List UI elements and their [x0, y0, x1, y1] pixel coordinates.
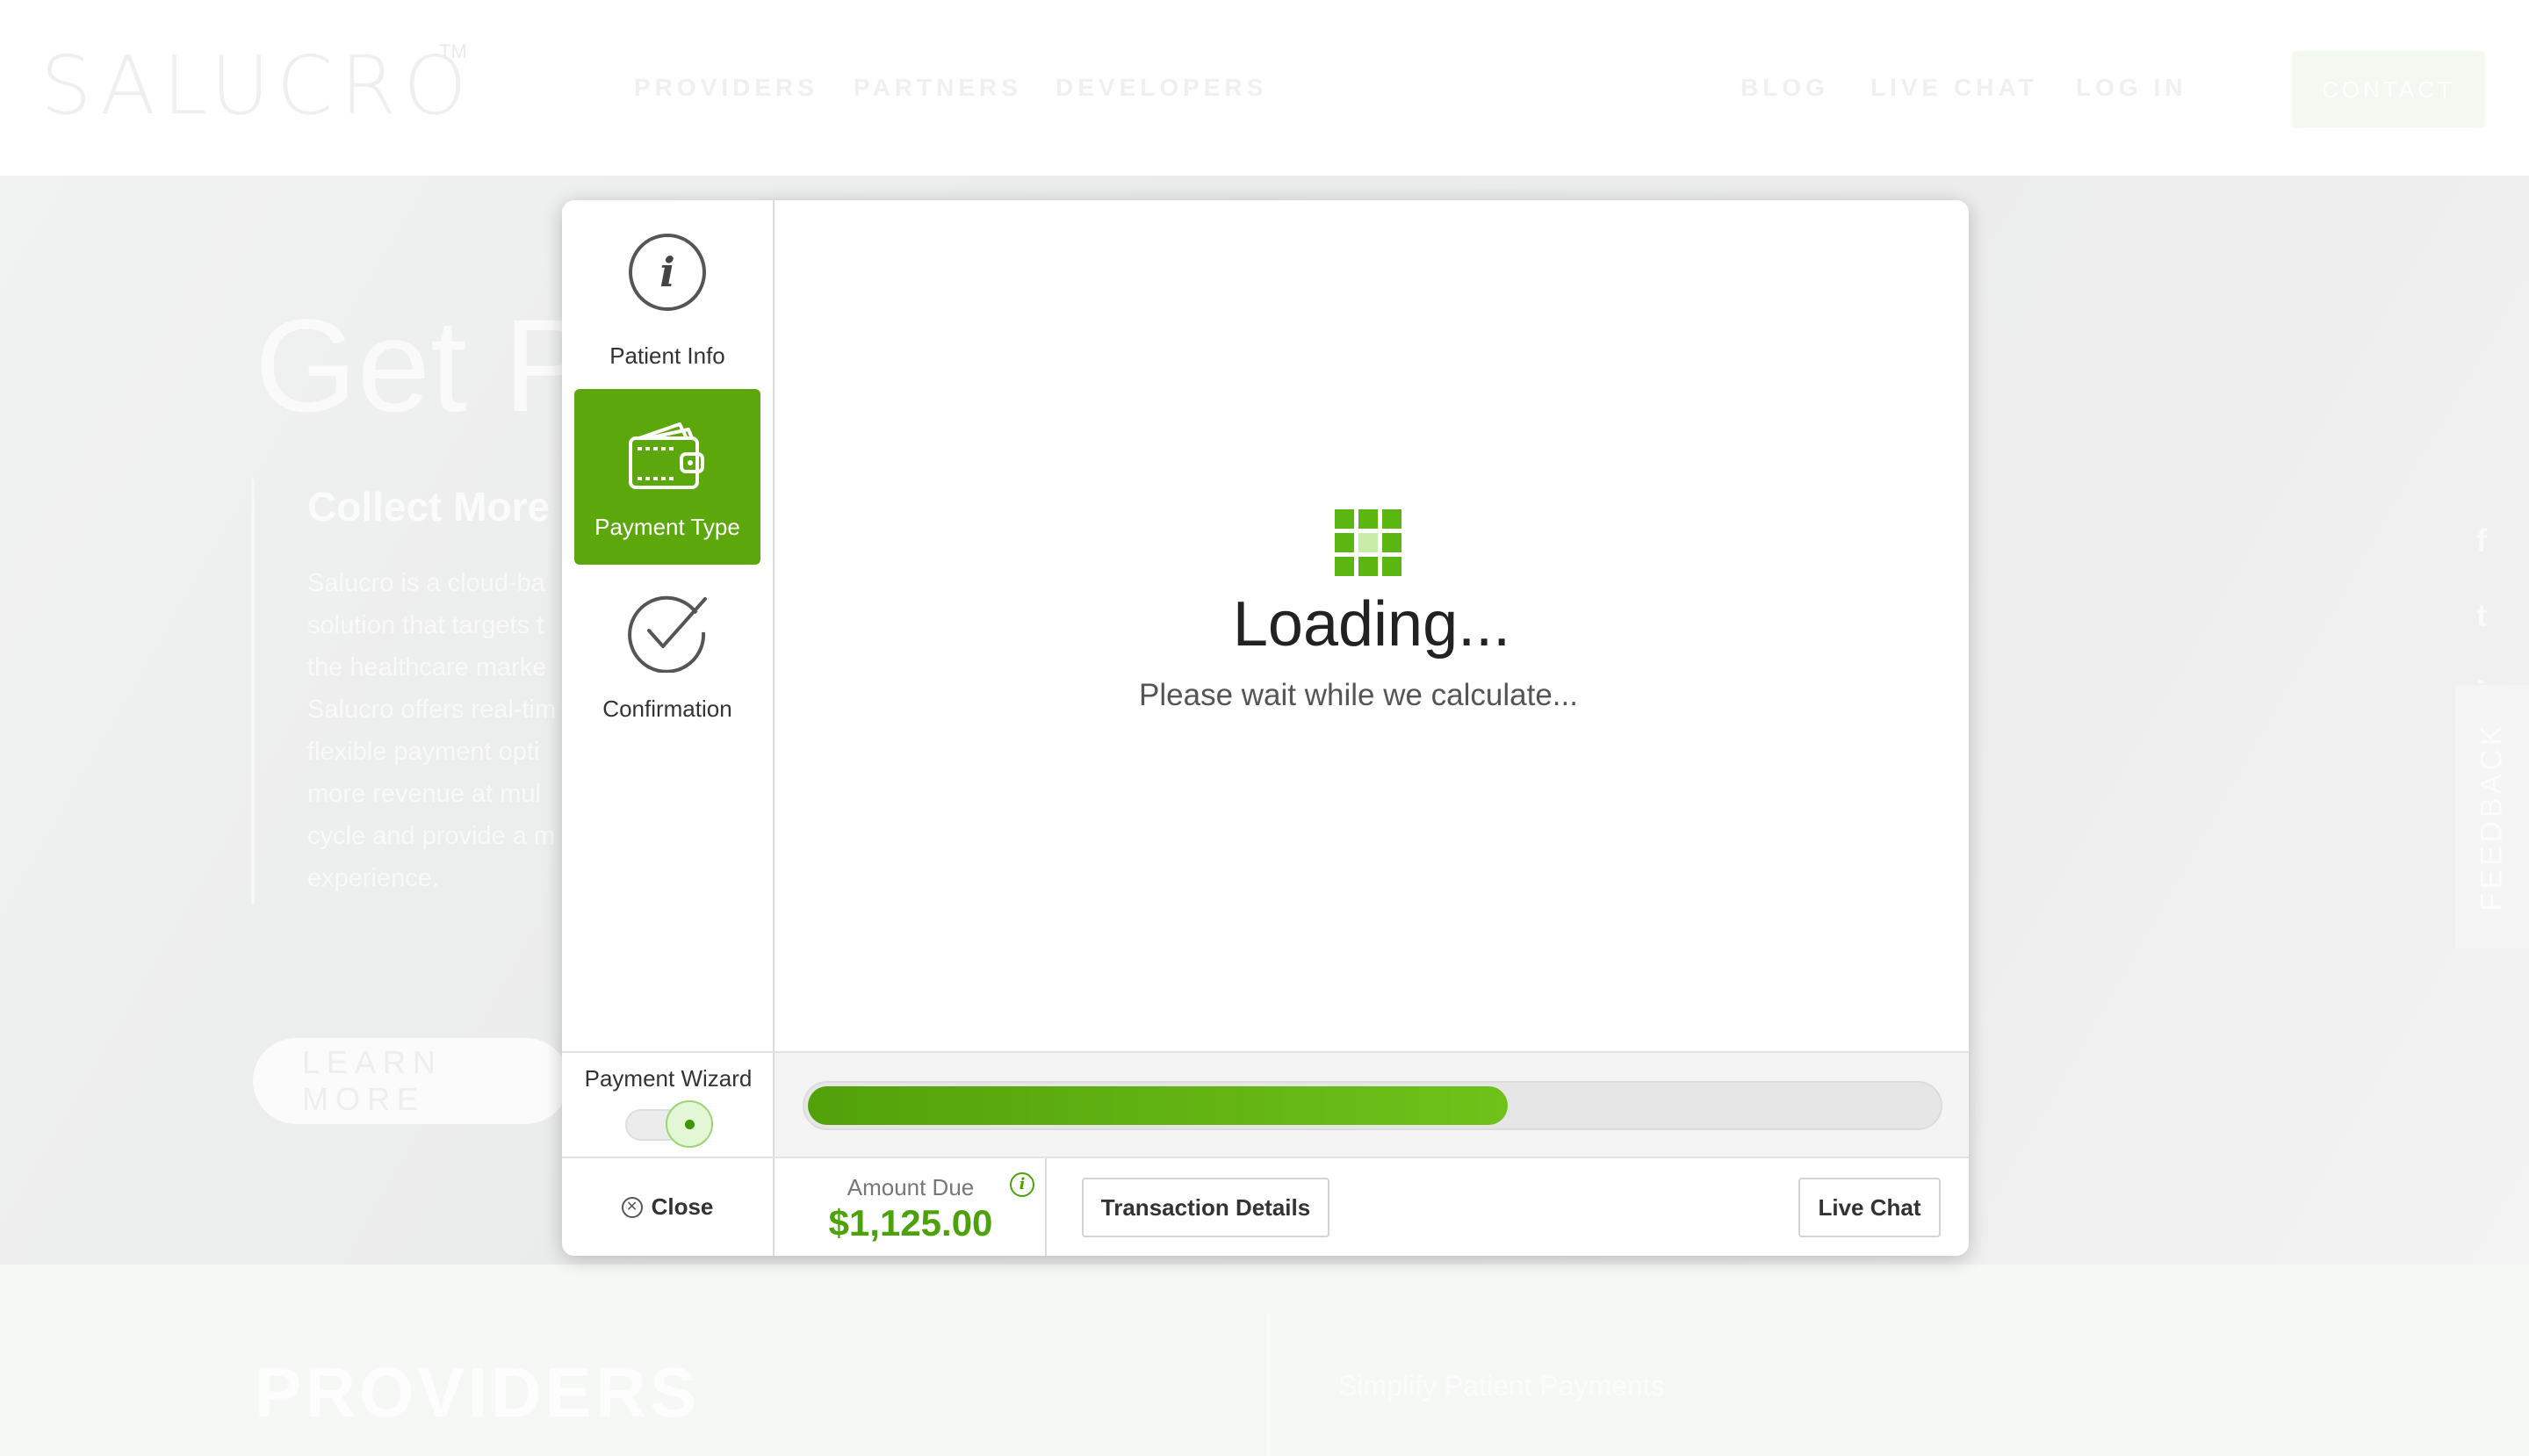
- loading-title: Loading...: [1232, 589, 1511, 660]
- nav-blog[interactable]: BLOG: [1740, 74, 1829, 102]
- site-logo[interactable]: SALUCRO: [40, 39, 474, 133]
- nav-providers[interactable]: PROVIDERS: [634, 74, 818, 102]
- progress-bar-fill: [808, 1086, 1508, 1125]
- section-divider: [1268, 1312, 1270, 1456]
- payment-wizard-toggle-cell: Payment Wizard: [562, 1053, 775, 1157]
- progress-row: Payment Wizard: [562, 1051, 1969, 1158]
- toggle-label: Payment Wizard: [584, 1065, 753, 1092]
- loading-spinner-icon: [1335, 509, 1401, 576]
- step-confirmation[interactable]: Confirmation: [574, 569, 760, 745]
- feedback-tab[interactable]: FEEDBACK: [2455, 685, 2529, 948]
- step-label: Patient Info: [609, 342, 725, 369]
- contact-button[interactable]: CONTACT: [2292, 51, 2485, 128]
- facebook-icon[interactable]: f: [2476, 523, 2487, 559]
- step-payment-type[interactable]: Payment Type: [574, 389, 760, 565]
- wizard-steps-sidebar: i Patient Info Payment Type Confirmation: [562, 200, 775, 1051]
- close-button[interactable]: ✕ Close: [562, 1158, 775, 1256]
- step-label: Payment Type: [594, 514, 740, 540]
- wallet-icon: [629, 422, 704, 489]
- payment-wizard-modal: i Patient Info Payment Type Confirmation…: [562, 200, 1969, 1256]
- section-title: PROVIDERS: [255, 1353, 701, 1431]
- logo-trademark: TM: [439, 40, 467, 62]
- wizard-footer: ✕ Close Amount Due $1,125.00 i Transacti…: [562, 1158, 1969, 1256]
- hero-divider: [251, 479, 255, 904]
- checkmark-icon: [628, 595, 707, 673]
- step-label: Confirmation: [602, 696, 732, 722]
- amount-info-icon[interactable]: i: [1010, 1172, 1034, 1197]
- hero-paragraph: Salucro is a cloud-ba solution that targ…: [307, 569, 557, 892]
- close-label: Close: [651, 1193, 714, 1220]
- close-icon: ✕: [621, 1196, 643, 1218]
- transaction-details-button[interactable]: Transaction Details: [1082, 1178, 1329, 1237]
- progress-bar: [803, 1081, 1942, 1130]
- nav-partners[interactable]: PARTNERS: [854, 74, 1022, 102]
- site-header: SALUCRO TM PROVIDERS PARTNERS DEVELOPERS…: [0, 0, 2529, 176]
- nav-developers[interactable]: DEVELOPERS: [1056, 74, 1267, 102]
- info-icon: i: [629, 234, 706, 311]
- amount-due-value: $1,125.00: [828, 1202, 993, 1243]
- payment-wizard-toggle[interactable]: [625, 1100, 713, 1148]
- feedback-label: FEEDBACK: [2475, 722, 2509, 912]
- section-subtitle: Simplify Patient Payments: [1338, 1370, 1665, 1402]
- amount-due-label: Amount Due: [847, 1174, 975, 1200]
- nav-live-chat[interactable]: LIVE CHAT: [1870, 74, 2038, 102]
- step-patient-info[interactable]: i Patient Info: [574, 214, 760, 390]
- svg-text:i: i: [659, 249, 674, 296]
- hero-subtitle: Collect More: [307, 484, 551, 530]
- live-chat-button[interactable]: Live Chat: [1798, 1178, 1941, 1237]
- nav-log-in[interactable]: LOG IN: [2076, 74, 2187, 102]
- learn-more-button[interactable]: LEARN MORE: [253, 1038, 569, 1124]
- amount-due-cell: Amount Due $1,125.00 i: [775, 1158, 1047, 1256]
- twitter-icon[interactable]: t: [2476, 597, 2487, 634]
- toggle-knob: [666, 1100, 713, 1148]
- loading-subtitle: Please wait while we calculate...: [1139, 678, 1578, 712]
